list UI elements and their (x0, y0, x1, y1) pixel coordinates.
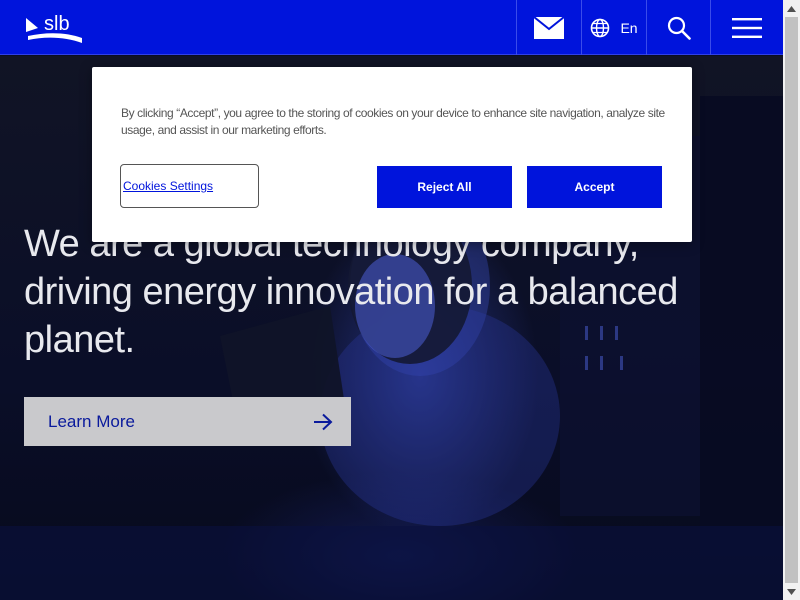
cookie-consent-text: By clicking “Accept”, you agree to the s… (121, 106, 665, 137)
language-selector[interactable]: En (581, 0, 646, 55)
page-scrollbar[interactable] (783, 0, 800, 600)
learn-more-button[interactable]: Learn More (24, 397, 351, 446)
hamburger-menu-icon (732, 17, 762, 38)
scroll-thumb[interactable] (785, 17, 798, 583)
search-icon (667, 16, 691, 40)
mail-icon (534, 16, 564, 39)
learn-more-label: Learn More (48, 411, 135, 431)
main-menu-button[interactable] (710, 0, 783, 55)
reject-all-button[interactable]: Reject All (377, 166, 512, 208)
contact-mail-button[interactable] (516, 0, 581, 55)
scroll-up-button[interactable] (783, 0, 800, 17)
search-button[interactable] (646, 0, 710, 55)
chevron-up-icon (787, 5, 796, 12)
scroll-down-button[interactable] (783, 583, 800, 600)
arrow-right-icon (314, 413, 333, 430)
accept-button[interactable]: Accept (527, 166, 662, 208)
cookie-consent-dialog: By clicking “Accept”, you agree to the s… (92, 67, 692, 242)
globe-icon (591, 18, 610, 37)
language-label: En (620, 19, 638, 36)
cookies-settings-button[interactable]: Cookies Settings (120, 164, 259, 208)
logo-text: slb (44, 13, 70, 35)
site-header: slb En (0, 0, 783, 55)
chevron-down-icon (787, 588, 796, 595)
slb-logo[interactable]: slb (24, 10, 86, 44)
